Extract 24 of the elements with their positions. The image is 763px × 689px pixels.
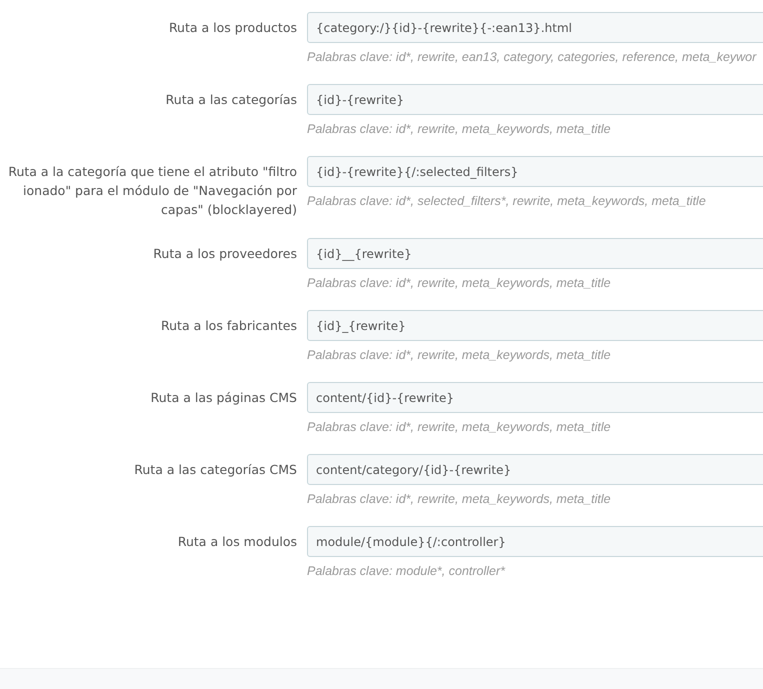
route-input-field[interactable]: {id}__{rewrite} [307, 238, 763, 269]
field-label: Ruta a los proveedores [152, 245, 298, 263]
keywords-hint: Palabras clave: id*, rewrite, meta_keywords, meta_title [307, 121, 612, 137]
keywords-hint: Palabras clave: module*, controller* [307, 563, 506, 579]
keywords-hint: Palabras clave: id*, rewrite, ean13, category, categories, reference, meta_keywor [307, 49, 758, 65]
field-label: Ruta a la categoría que tiene el atributo "filtro ionado" para el módulo de "Navegación por capas" (blocklayered) [7, 163, 298, 219]
field-label: Ruta a las categorías CMS [133, 461, 298, 479]
route-input-field[interactable]: {id}-{rewrite} [307, 84, 763, 115]
route-input-field[interactable]: {category:/}{id}-{rewrite}{-:ean13}.html [307, 12, 763, 43]
field-label: Ruta a los productos [168, 19, 298, 37]
route-input-field[interactable]: content/{id}-{rewrite} [307, 382, 763, 413]
route-input-field[interactable]: module/{module}{/:controller} [307, 526, 763, 557]
keywords-hint: Palabras clave: id*, rewrite, meta_keywords, meta_title [307, 275, 612, 291]
route-input-field[interactable]: {id}-{rewrite}{/:selected_filters} [307, 156, 763, 187]
keywords-hint: Palabras clave: id*, rewrite, meta_keywords, meta_title [307, 419, 612, 435]
field-label: Ruta a las páginas CMS [150, 389, 298, 407]
field-label: Ruta a las categorías [164, 91, 298, 109]
field-label: Ruta a los modulos [176, 533, 298, 551]
keywords-hint: Palabras clave: id*, selected_filters*, rewrite, meta_keywords, meta_title [307, 193, 707, 209]
route-input-field[interactable]: content/category/{id}-{rewrite} [307, 454, 763, 485]
keywords-hint: Palabras clave: id*, rewrite, meta_keywords, meta_title [307, 491, 612, 507]
route-input-field[interactable]: {id}_{rewrite} [307, 310, 763, 341]
keywords-hint: Palabras clave: id*, rewrite, meta_keywords, meta_title [307, 347, 612, 363]
field-label: Ruta a los fabricantes [160, 317, 298, 335]
